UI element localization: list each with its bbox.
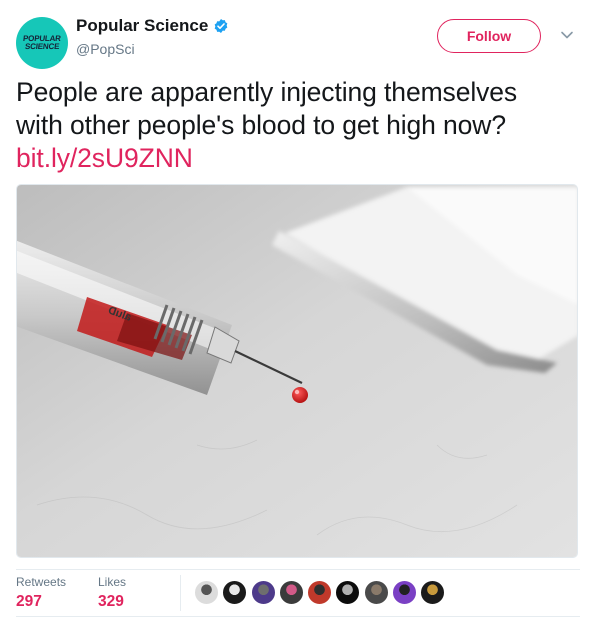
chevron-down-icon[interactable] bbox=[560, 30, 574, 40]
liker-avatar[interactable] bbox=[363, 580, 389, 605]
liker-avatar[interactable] bbox=[250, 580, 276, 605]
avatar-text-line2: SCIENCE bbox=[24, 42, 60, 51]
tweet-text: People are apparently injecting themselv… bbox=[16, 76, 576, 175]
tweet-media-image[interactable]: aluD bbox=[16, 184, 578, 558]
liker-avatars bbox=[194, 580, 449, 606]
retweets-count: 297 bbox=[16, 593, 42, 610]
likes-label: Likes bbox=[98, 575, 127, 589]
liker-avatar[interactable] bbox=[194, 580, 219, 605]
syringe-photo-icon: aluD bbox=[17, 185, 577, 557]
display-name: Popular Science bbox=[76, 16, 209, 35]
likes-stat[interactable]: Likes 329 bbox=[98, 575, 126, 611]
stats-divider-bottom bbox=[16, 616, 580, 617]
account-name-block[interactable]: Popular Science @PopSci bbox=[76, 16, 229, 57]
tweet-text-line1: People are apparently injecting themselv… bbox=[16, 77, 518, 107]
likes-count: 329 bbox=[98, 593, 124, 610]
retweets-stat[interactable]: Retweets 297 bbox=[16, 575, 66, 611]
stats-vertical-divider bbox=[180, 575, 181, 611]
tweet-link[interactable]: bit.ly/2sU9ZNN bbox=[16, 142, 576, 175]
liker-avatar[interactable] bbox=[392, 580, 418, 605]
stats-divider-top bbox=[16, 569, 580, 570]
liker-avatar[interactable] bbox=[335, 580, 361, 605]
account-avatar[interactable]: POPULAR SCIENCE bbox=[16, 17, 68, 69]
display-name-row: Popular Science bbox=[76, 16, 229, 36]
liker-avatar[interactable] bbox=[222, 580, 248, 605]
tweet-text-line2: with other people's blood to get high no… bbox=[16, 110, 506, 140]
liker-avatar[interactable] bbox=[420, 580, 446, 605]
liker-avatar[interactable] bbox=[278, 580, 304, 605]
retweets-label: Retweets bbox=[16, 575, 67, 589]
follow-button[interactable]: Follow bbox=[437, 19, 541, 53]
tweet-header: POPULAR SCIENCE Popular Science @PopSci … bbox=[16, 14, 580, 69]
verified-badge-icon bbox=[214, 19, 228, 33]
liker-avatar[interactable] bbox=[307, 580, 333, 605]
account-handle: @PopSci bbox=[76, 41, 135, 57]
